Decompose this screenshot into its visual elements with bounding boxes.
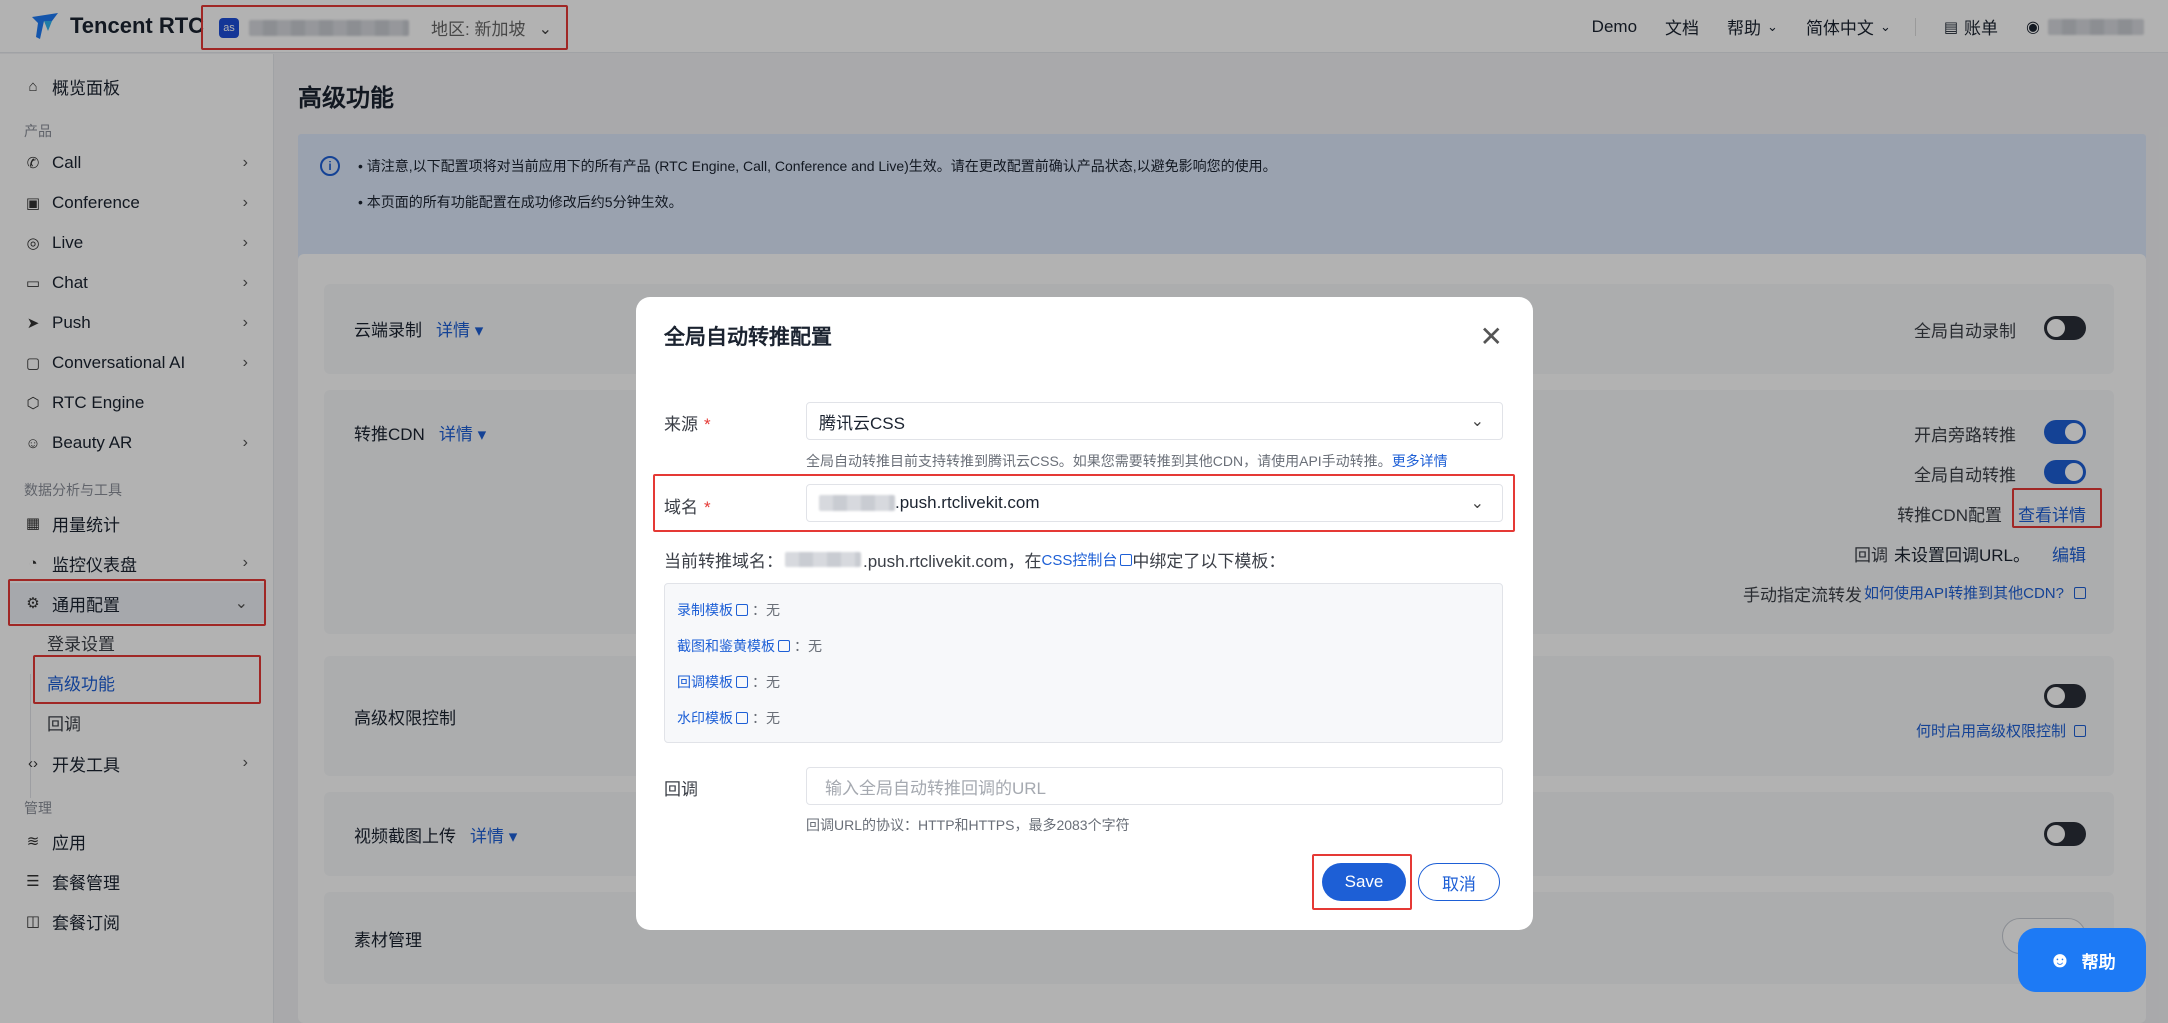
source-label-text: 来源 <box>664 415 698 434</box>
template-value: ：无 <box>752 602 780 618</box>
css-console-link[interactable]: CSS控制台 <box>1042 549 1133 570</box>
template-link[interactable]: 录制模板 <box>677 602 733 618</box>
required-mark: * <box>704 415 711 434</box>
source-hint: 全局自动转推目前支持转推到腾讯云CSS。如果您需要转推到其他CDN，请使用API… <box>806 451 1448 471</box>
source-select[interactable]: 腾讯云CSS ⌄ <box>806 402 1503 440</box>
template-row: 录制模板 ：无 <box>677 600 780 620</box>
template-link[interactable]: 截图和鉴黄模板 <box>677 638 775 654</box>
template-row: 回调模板 ：无 <box>677 672 780 692</box>
template-link[interactable]: 水印模板 <box>677 710 733 726</box>
template-value: ：无 <box>794 638 822 654</box>
highlight-box <box>653 474 1515 532</box>
close-icon[interactable]: ✕ <box>1480 323 1503 351</box>
source-select-value: 腾讯云CSS <box>819 413 905 433</box>
template-row: 截图和鉴黄模板 ：无 <box>677 636 822 656</box>
callback-hint: 回调URL的协议：HTTP和HTTPS，最多2083个字符 <box>806 817 1130 833</box>
current-domain-suffix: 中绑定了以下模板： <box>1132 552 1286 571</box>
template-row: 水印模板 ：无 <box>677 708 780 728</box>
auto-relay-config-dialog: 全局自动转推配置 ✕ 来源 * 腾讯云CSS ⌄ 全局自动转推目前支持转推到腾讯云… <box>636 297 1533 930</box>
highlight-box <box>1312 854 1412 910</box>
cancel-button[interactable]: 取消 <box>1418 863 1500 901</box>
source-label: 来源 * <box>664 410 711 435</box>
template-list: 录制模板 ：无 截图和鉴黄模板 ：无 回调模板 ：无 水印模板 ：无 <box>664 583 1503 743</box>
current-domain-line: 当前转推域名： .push.rtclivekit.com，在 CSS控制台 中绑… <box>664 547 1285 572</box>
chevron-down-icon: ⌄ <box>1470 413 1484 430</box>
source-hint-text: 全局自动转推目前支持转推到腾讯云CSS。如果您需要转推到其他CDN，请使用API… <box>806 453 1392 469</box>
more-details-link[interactable]: 更多详情 <box>1392 453 1448 469</box>
help-floating-button[interactable]: ☻ 帮助 <box>2018 928 2146 992</box>
dialog-title: 全局自动转推配置 <box>664 326 832 349</box>
template-value: ：无 <box>752 710 780 726</box>
external-link-icon <box>778 640 790 652</box>
robot-icon: ☻ <box>2048 947 2072 972</box>
external-link-icon <box>1120 554 1133 566</box>
help-label: 帮助 <box>2081 952 2116 972</box>
external-link-icon <box>736 676 748 688</box>
current-domain-prefix: 当前转推域名： <box>664 552 783 571</box>
external-link-icon <box>736 712 748 724</box>
current-domain-value: .push.rtclivekit.com，在 <box>863 552 1042 571</box>
template-link[interactable]: 回调模板 <box>677 674 733 690</box>
callback-url-input[interactable]: 输入全局自动转推回调的URL <box>806 767 1503 805</box>
template-value: ：无 <box>752 674 780 690</box>
current-domain-redacted <box>785 552 861 567</box>
css-console-text: CSS控制台 <box>1041 552 1118 569</box>
callback-label: 回调 <box>664 780 698 799</box>
external-link-icon <box>736 604 748 616</box>
